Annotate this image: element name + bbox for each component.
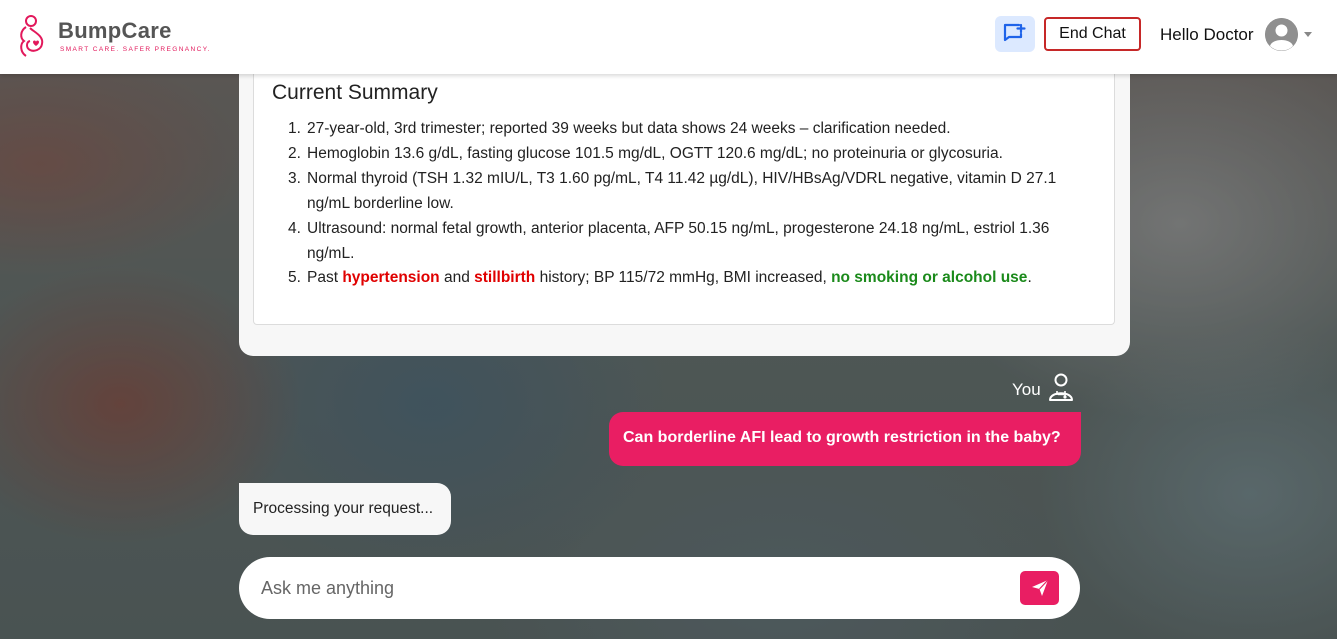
caret-down-icon[interactable] — [1304, 32, 1312, 37]
summary-text: history; BP 115/72 mmHg, BMI increased, — [535, 269, 832, 287]
summary-text: Ultrasound: normal fetal growth, anterio… — [307, 219, 1050, 262]
chat-input[interactable] — [261, 573, 1001, 603]
summary-item: 4. Ultrasound: normal fetal growth, anter… — [272, 217, 1072, 267]
summary-item-number: 1. — [288, 120, 301, 137]
summary-item: 2. Hemoglobin 13.6 g/dL, fasting glucose … — [272, 142, 1072, 167]
chat-plus-icon — [1003, 23, 1026, 42]
summary-item: 1. 27-year-old, 3rd trimester; reported 3… — [272, 117, 1072, 142]
summary-text: 27-year-old, 3rd trimester; reported 39 … — [307, 120, 951, 137]
summary-item-number: 2. — [288, 144, 301, 162]
summary-item-number: 5. — [288, 269, 301, 287]
send-button[interactable] — [1020, 571, 1059, 605]
summary-text: Hemoglobin 13.6 g/dL, fasting glucose 10… — [307, 144, 1003, 162]
summary-highlight: stillbirth — [474, 269, 536, 287]
brand-logo[interactable]: BumpCare SMART CARE. SAFER PREGNANCY. — [14, 12, 209, 62]
summary-highlight: no smoking or alcohol use — [831, 269, 1028, 287]
greeting-text: Hello Doctor — [1160, 25, 1254, 44]
summary-text: Normal thyroid (TSH 1.32 mIU/L, T3 1.60 … — [307, 169, 1057, 212]
summary-text: Past — [307, 269, 343, 287]
bot-message-bubble: Processing your request... — [239, 483, 451, 535]
user-message-bubble: Can borderline AFI lead to growth restri… — [609, 412, 1081, 466]
summary-card: Current Summary 1. 27-year-old, 3rd trime… — [239, 60, 1130, 356]
new-chat-button[interactable] — [995, 16, 1035, 52]
user-avatar-icon[interactable] — [1265, 18, 1298, 51]
send-icon — [1031, 579, 1048, 596]
brand-name: BumpCare — [58, 18, 172, 43]
summary-panel: Current Summary 1. 27-year-old, 3rd trime… — [253, 60, 1115, 325]
chat-input-bar — [239, 557, 1080, 619]
end-chat-button[interactable]: End Chat — [1044, 17, 1141, 51]
you-label: You — [1012, 380, 1041, 399]
summary-highlight: hypertension — [342, 269, 440, 287]
summary-item-number: 4. — [288, 219, 301, 237]
pregnant-woman-logo-icon — [20, 15, 44, 57]
summary-list: 1. 27-year-old, 3rd trimester; reported 3… — [272, 117, 1072, 291]
brand-tagline: SMART CARE. SAFER PREGNANCY. — [60, 46, 211, 53]
summary-item-number: 3. — [288, 169, 301, 187]
summary-title: Current Summary — [272, 81, 438, 104]
top-navbar: BumpCare SMART CARE. SAFER PREGNANCY. En… — [0, 0, 1337, 74]
summary-item: 5. Past hypertension and stillbirth histo… — [272, 266, 1072, 291]
summary-text: . — [1027, 269, 1032, 287]
doctor-icon — [1049, 373, 1073, 401]
summary-text: and — [439, 269, 475, 287]
summary-item: 3. Normal thyroid (TSH 1.32 mIU/L, T3 1.6… — [272, 167, 1072, 217]
